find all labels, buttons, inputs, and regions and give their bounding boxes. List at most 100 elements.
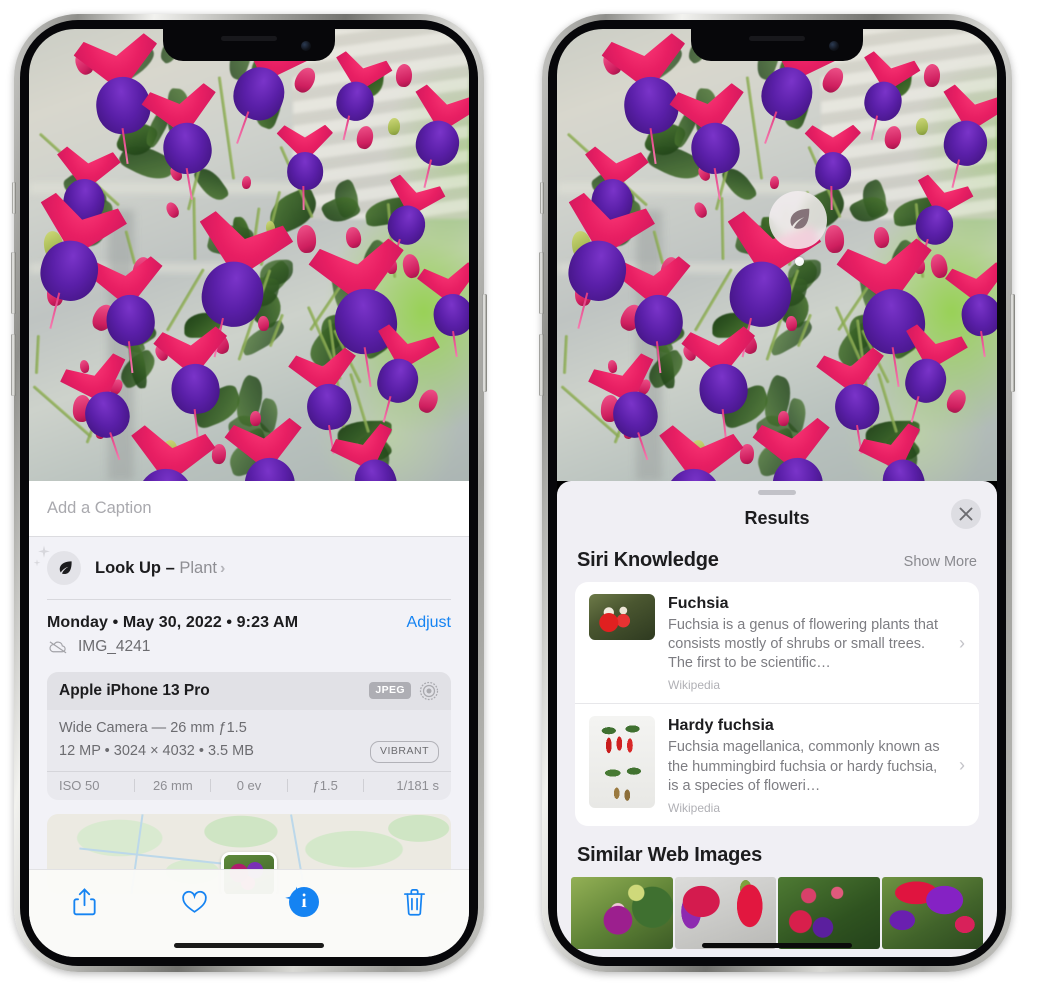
similar-web-images-strip[interactable] [557,876,997,949]
web-image-thumb[interactable] [571,876,673,949]
knowledge-description: Fuchsia magellanica, commonly known as t… [668,739,940,794]
sparkle-small-icon [33,559,41,567]
corolla-shape [939,116,992,171]
chevron-right-icon: › [959,632,965,653]
leaf-icon-circle [47,551,81,585]
knowledge-title: Hardy fuchsia [668,717,774,735]
map-road [79,847,241,867]
look-up-label: Look Up – Plant › [95,559,225,578]
size-line: 12 MP • 3024 × 4032 • 3.5 MB [59,742,254,759]
photo-datetime: Monday • May 30, 2022 • 9:23 AM [47,613,299,631]
knowledge-description: Fuchsia is a genus of flowering plants t… [668,617,939,672]
info-button[interactable]: i [282,882,326,922]
look-up-row[interactable]: Look Up – Plant › [29,537,469,599]
home-indicator[interactable] [702,943,852,948]
volume-up-button[interactable] [11,252,16,314]
look-up-icon-group [33,545,81,585]
web-image-thumb[interactable] [881,876,983,949]
screen-left: Add a Caption Look Up – Plant › Monday •… [29,29,469,957]
front-camera [301,41,311,51]
knowledge-text: Hardy fuchsia Fuchsia magellanica, commo… [668,716,942,814]
look-up-dash: – [161,558,180,577]
filename-row: IMG_4241 [29,632,469,656]
corolla-shape [169,361,222,417]
list-item[interactable]: Fuchsia Fuchsia is a genus of flowering … [575,582,979,703]
exif-ev: 0 ev [236,778,262,794]
knowledge-text: Fuchsia Fuchsia is a genus of flowering … [668,594,942,692]
heart-icon [181,890,207,913]
corolla-shape [103,292,158,349]
look-up-subject: Plant [179,558,217,577]
corolla-shape [430,291,469,339]
trash-icon [403,889,425,916]
visual-lookup-badge[interactable] [769,191,827,249]
front-camera [829,41,839,51]
fuchsia-flower [680,325,764,441]
share-icon [72,888,96,916]
camera-device-name: Apple iPhone 13 Pro [59,681,210,699]
size-line-row: 12 MP • 3024 × 4032 • 3.5 MB VIBRANT [59,740,439,763]
exif-focal: 26 mm [152,778,193,794]
notch [691,29,863,61]
exif-card[interactable]: Apple iPhone 13 Pro JPEG Wide Camera — 2… [47,671,451,801]
adjust-button[interactable]: Adjust [407,614,451,632]
corolla-shape [958,291,997,339]
sparkle-icon [285,886,308,911]
corolla-shape [815,151,852,191]
exif-iso: ISO 50 [59,778,100,794]
corolla-shape [332,78,378,125]
close-button[interactable] [951,499,981,529]
web-image-thumb[interactable] [778,876,880,949]
photo-info-sheet: Add a Caption Look Up – Plant › Monday •… [29,481,469,957]
power-button[interactable] [482,294,487,392]
datetime-row: Monday • May 30, 2022 • 9:23 AM Adjust [29,600,469,632]
exif-header-badges: JPEG [369,681,439,701]
show-more-button[interactable]: Show More [904,554,977,570]
earpiece-speaker [749,36,805,41]
lens-line: Wide Camera — 26 mm ƒ1.5 [59,719,247,736]
web-image-thumb[interactable] [674,876,776,949]
volume-down-button[interactable] [11,334,16,396]
knowledge-thumbnail [589,594,655,640]
corolla-shape [196,256,270,333]
corolla-shape [769,454,826,481]
power-button[interactable] [1010,294,1015,392]
exif-body: Wide Camera — 26 mm ƒ1.5 12 MP • 3024 × … [47,710,451,772]
delete-button[interactable] [392,882,436,922]
knowledge-title: Fuchsia [668,595,729,612]
similar-web-images-header: Similar Web Images [557,826,997,871]
screen-right: Results Siri Knowledge Show More Fuchsia… [557,29,997,957]
photo-viewer[interactable] [557,29,997,481]
volume-down-button[interactable] [539,334,544,396]
corolla-shape [562,234,633,307]
siri-knowledge-title: Siri Knowledge [577,549,719,571]
knowledge-source: Wikipedia [668,800,721,815]
exif-aperture: ƒ1.5 [312,778,338,794]
sparkle-icon [38,545,50,558]
leaf-icon [790,208,810,229]
corolla-shape [860,78,906,125]
mute-switch[interactable] [12,182,16,214]
list-item[interactable]: Hardy fuchsia Fuchsia magellanica, commo… [575,703,979,825]
stamen-shape [830,185,833,210]
mute-switch[interactable] [540,182,544,214]
earpiece-speaker [221,36,277,41]
photo-filename: IMG_4241 [78,637,151,655]
caption-input[interactable]: Add a Caption [47,499,152,518]
aperture-icon [419,681,439,700]
fuchsia-flower [751,416,841,481]
corolla-shape [697,361,750,417]
iphone-left: Add a Caption Look Up – Plant › Monday •… [11,14,487,972]
caption-field-row[interactable]: Add a Caption [29,481,469,537]
volume-up-button[interactable] [539,252,544,314]
fuchsia-flower [140,81,230,200]
exif-shutter: 1/181 s [396,778,440,794]
format-badge: JPEG [369,682,411,699]
home-indicator[interactable] [174,943,324,948]
fuchsia-flower [152,325,236,441]
share-button[interactable] [62,882,106,922]
corolla-shape [411,116,464,171]
photo-viewer[interactable] [29,29,469,481]
favorite-button[interactable] [172,882,216,922]
corolla-shape [372,354,424,407]
